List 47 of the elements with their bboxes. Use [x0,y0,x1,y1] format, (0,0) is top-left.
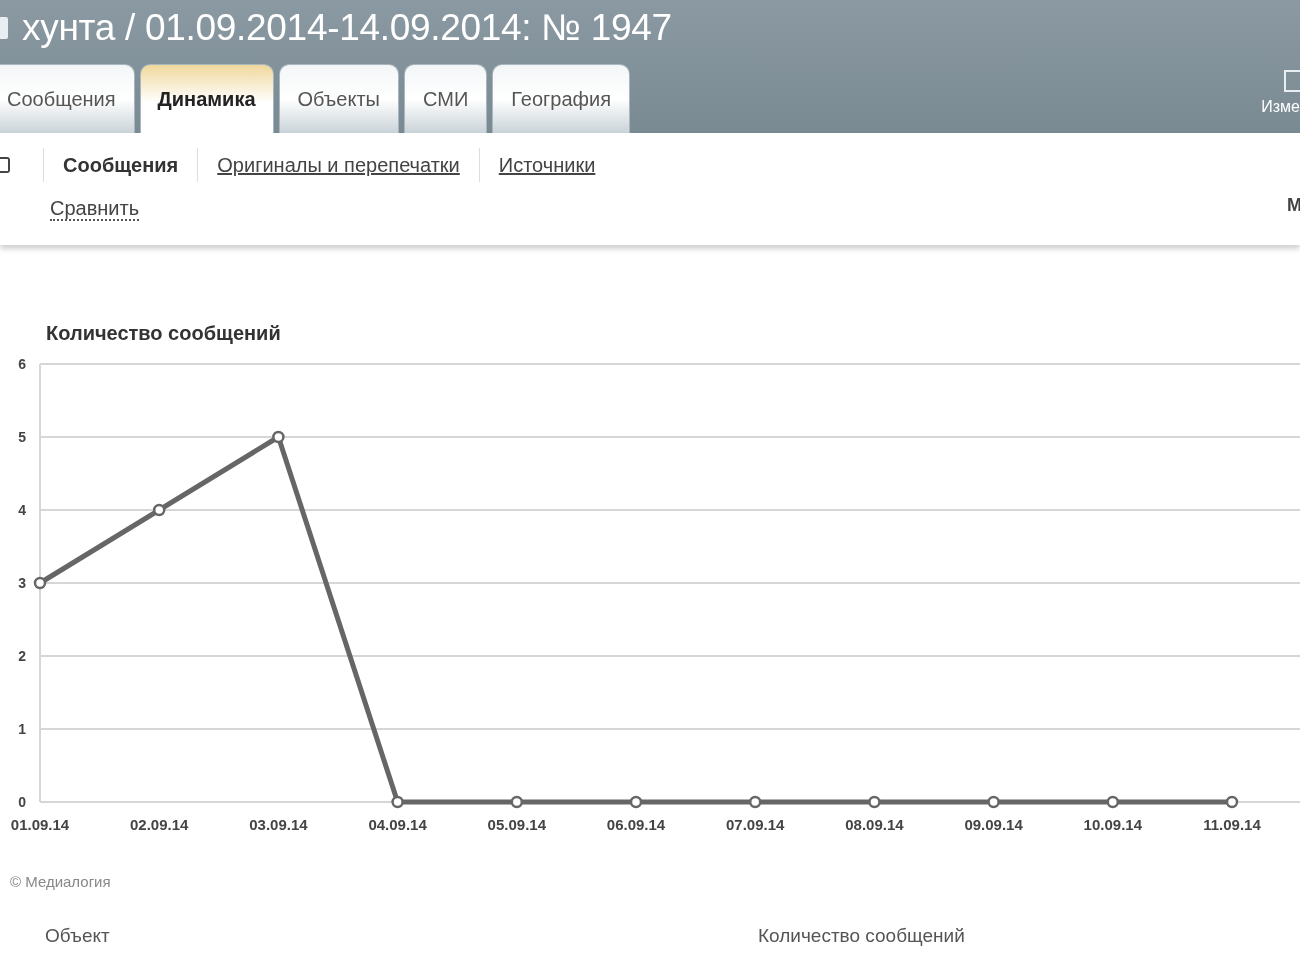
window-title: хунта / 01.09.2014-14.09.2014: № 1947 [22,7,672,49]
column-header: Количество сообщений [758,925,966,947]
y-tick-label: 3 [18,575,26,591]
data-point [33,576,47,590]
x-tick-label: 03.09.14 [249,816,308,833]
column-header: Объект [45,925,111,947]
copyright-text: © Медиалогия [10,873,111,890]
y-tick-label: 6 [18,356,26,372]
x-tick-label: 08.09.14 [845,816,904,833]
data-point [1225,795,1239,809]
tab[interactable]: СМИ [404,64,488,133]
data-point [391,795,404,809]
y-tick-label: 2 [18,648,26,664]
subnav-link[interactable]: Источники [478,148,615,182]
y-tick-label: 1 [18,721,26,737]
document-icon[interactable] [1284,70,1300,92]
subnav-link[interactable]: Оригиналы и перепечатки [197,148,479,182]
x-tick-label: 07.09.14 [726,816,785,833]
x-tick-label: 05.09.14 [487,816,546,833]
x-tick-label: 10.09.14 [1083,816,1142,833]
data-point [152,503,166,517]
tab[interactable]: География [492,64,630,133]
x-tick-label: 02.09.14 [130,816,189,833]
data-point [272,430,285,444]
chart-title: Количество сообщений [46,322,282,346]
data-point [629,795,643,809]
data-point [1106,795,1120,809]
y-tick-label: 0 [18,794,26,810]
data-point [510,795,524,809]
y-tick-label: 4 [18,502,26,518]
data-point [987,795,1000,809]
title-icon [0,17,8,39]
x-tick-label: 01.09.14 [10,816,70,833]
data-point [868,795,881,809]
tab[interactable]: Объекты [278,64,399,133]
x-tick-label: 11.09.14 [1203,816,1261,833]
window-icon [0,157,10,173]
menu-label: М [1287,195,1300,216]
x-tick-label: 04.09.14 [368,816,427,833]
tab[interactable]: Динамика [139,64,274,133]
compare-link[interactable]: Сравнить [50,197,140,221]
x-tick-label: 09.09.14 [964,816,1023,833]
tab[interactable]: Сообщения [0,64,135,133]
x-tick-label: 06.09.14 [606,816,666,833]
y-tick-label: 5 [18,429,26,445]
subnav-link[interactable]: Сообщения [43,148,198,182]
data-point [748,795,762,809]
